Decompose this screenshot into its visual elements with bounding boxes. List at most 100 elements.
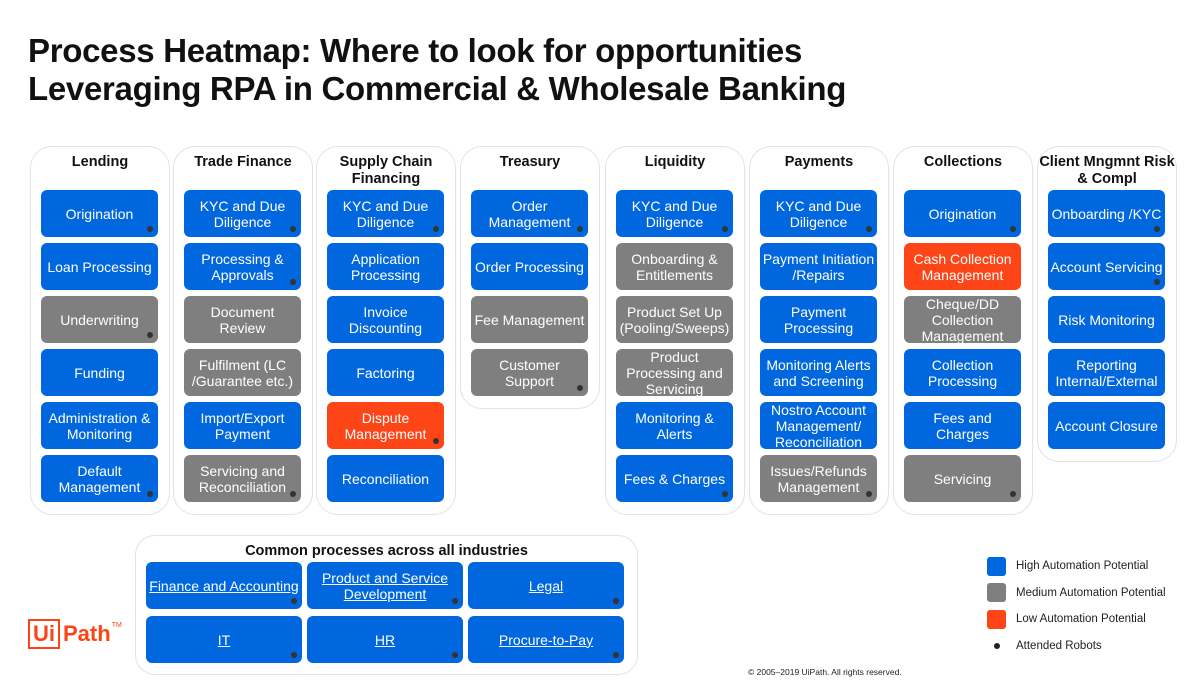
- process-label: Monitoring Alerts and Screening: [766, 356, 871, 389]
- process-box: Servicing: [904, 455, 1021, 502]
- process-label: Reporting Internal/External: [1055, 356, 1158, 389]
- attended-robot-dot-icon: [147, 332, 153, 338]
- process-box: Dispute Management: [327, 402, 444, 449]
- common-process-label[interactable]: HR: [375, 632, 395, 648]
- process-label: Fulfilment (LC /Guarantee etc.): [191, 356, 294, 389]
- process-label: Fees & Charges: [623, 470, 726, 487]
- legend-label: Attended Robots: [1016, 639, 1102, 652]
- process-label: Servicing and Reconciliation: [198, 462, 287, 495]
- medium-swatch-icon: [987, 583, 1006, 603]
- attended-robot-dot-icon: [722, 491, 728, 497]
- common-process-link[interactable]: Legal: [468, 562, 624, 609]
- common-process-label[interactable]: Finance and Accounting: [149, 578, 298, 594]
- process-label: Cash Collection Management: [913, 250, 1012, 283]
- process-label: Origination: [65, 205, 134, 222]
- process-label: Cheque/DD Collection Management: [921, 295, 1004, 344]
- common-process-link[interactable]: Finance and Accounting: [146, 562, 302, 609]
- attended-robot-dot-icon: [147, 226, 153, 232]
- process-label: Onboarding /KYC: [1051, 205, 1162, 222]
- process-column: Trade Finance KYC and Due Diligence Proces…: [173, 146, 313, 515]
- process-box: Default Management: [41, 455, 158, 502]
- attended-robot-dot-icon: [290, 226, 296, 232]
- process-label: Monitoring & Alerts: [635, 409, 714, 442]
- process-label: KYC and Due Diligence: [342, 197, 429, 230]
- process-box: KYC and Due Diligence: [760, 190, 877, 237]
- column-heading: Lending: [71, 154, 129, 170]
- common-process-link[interactable]: Product and Service Development: [307, 562, 463, 609]
- process-box: Order Management: [471, 190, 588, 237]
- process-label: Risk Monitoring: [1058, 311, 1155, 328]
- process-label: Factoring: [356, 364, 415, 381]
- process-label: Processing & Approvals: [201, 250, 284, 283]
- process-label: Reconciliation: [341, 470, 430, 487]
- common-process-label[interactable]: Procure-to-Pay: [499, 632, 593, 648]
- process-box: Cash Collection Management: [904, 243, 1021, 290]
- common-process-label[interactable]: Legal: [529, 578, 563, 594]
- process-box: Account Servicing: [1048, 243, 1165, 290]
- process-label: KYC and Due Diligence: [199, 197, 286, 230]
- process-box: Loan Processing: [41, 243, 158, 290]
- process-box: KYC and Due Diligence: [327, 190, 444, 237]
- process-box: Document Review: [184, 296, 301, 343]
- column-heading: Collections: [923, 154, 1003, 170]
- attended-robot-dot-icon: [866, 226, 872, 232]
- process-box: Onboarding & Entitlements: [616, 243, 733, 290]
- legend: High Automation Potential Medium Automat…: [987, 553, 1166, 659]
- process-label: Default Management: [58, 462, 141, 495]
- uipath-logo: Ui Path TM: [28, 619, 122, 649]
- common-process-link[interactable]: HR: [307, 616, 463, 663]
- process-label: Fee Management: [474, 311, 585, 328]
- process-box: Cheque/DD Collection Management: [904, 295, 1021, 344]
- process-box: Processing & Approvals: [184, 243, 301, 290]
- process-label: Fees and Charges: [933, 409, 992, 442]
- process-box: Customer Support: [471, 349, 588, 396]
- legend-item-medium: Medium Automation Potential: [987, 580, 1166, 607]
- title-line-1: Process Heatmap: Where to look for oppor…: [28, 32, 803, 69]
- process-label: Onboarding & Entitlements: [631, 250, 718, 283]
- attended-robot-dot-icon: [722, 226, 728, 232]
- common-process-link[interactable]: IT: [146, 616, 302, 663]
- process-box: Payment Initiation /Repairs: [760, 243, 877, 290]
- column-heading: Treasury: [499, 154, 561, 170]
- copyright-notice: © 2005–2019 UiPath. All rights reserved.: [748, 667, 902, 677]
- process-label: Funding: [74, 364, 125, 381]
- legend-label: Medium Automation Potential: [1016, 586, 1166, 599]
- logo-ui-mark: Ui: [28, 619, 60, 649]
- attended-robot-dot-icon: [613, 652, 619, 658]
- process-label: Servicing: [933, 470, 992, 487]
- process-label: Order Management: [488, 197, 571, 230]
- column-heading: Supply Chain Financing: [339, 154, 433, 187]
- process-label: Account Servicing: [1050, 258, 1163, 275]
- process-label: Underwriting: [60, 311, 139, 328]
- column-heading: Payments: [784, 154, 854, 170]
- attended-robot-dot-icon: [1154, 279, 1160, 285]
- attended-robot-dot-icon: [1010, 491, 1016, 497]
- process-label: Import/Export Payment: [200, 409, 285, 442]
- page-title: Process Heatmap: Where to look for oppor…: [28, 32, 846, 108]
- process-label: Product Processing and Servicing: [626, 348, 723, 397]
- process-box: Factoring: [327, 349, 444, 396]
- process-label: Payment Processing: [783, 303, 854, 336]
- common-process-link[interactable]: Procure-to-Pay: [468, 616, 624, 663]
- process-box: Issues/Refunds Management: [760, 455, 877, 502]
- process-box: KYC and Due Diligence: [184, 190, 301, 237]
- common-process-label[interactable]: IT: [218, 632, 230, 648]
- process-label: Customer Support: [499, 356, 560, 389]
- legend-label: High Automation Potential: [1016, 560, 1149, 573]
- process-label: Issues/Refunds Management: [770, 462, 867, 495]
- process-label: Loan Processing: [47, 258, 152, 275]
- attended-robot-dot-icon: [613, 598, 619, 604]
- process-box: Fees & Charges: [616, 455, 733, 502]
- column-heading: Client Mngmnt Risk & Compl: [1039, 154, 1175, 187]
- attended-robot-dot-icon: [290, 279, 296, 285]
- process-label: KYC and Due Diligence: [775, 197, 862, 230]
- process-label: Product Set Up (Pooling/Sweeps): [619, 303, 730, 336]
- process-box: Funding: [41, 349, 158, 396]
- process-box: Application Processing: [327, 243, 444, 290]
- common-process-label[interactable]: Product and Service Development: [307, 570, 463, 602]
- process-box: Product Set Up (Pooling/Sweeps): [616, 296, 733, 343]
- process-label: Document Review: [210, 303, 275, 336]
- attended-robot-dot-icon: [1154, 226, 1160, 232]
- attended-robot-dot-icon: [147, 491, 153, 497]
- common-processes-heading: Common processes across all industries: [245, 543, 528, 559]
